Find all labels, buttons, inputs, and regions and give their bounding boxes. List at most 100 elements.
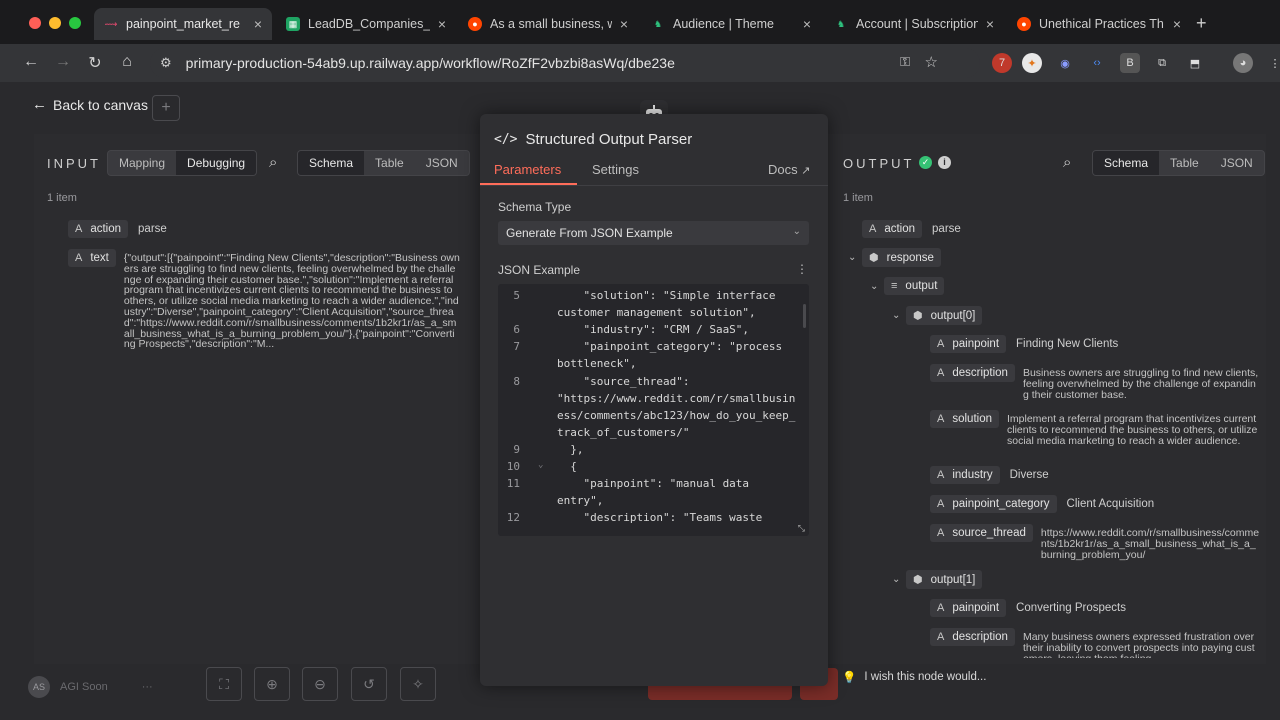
more-icon[interactable]: ···: [142, 681, 153, 693]
field-badge[interactable]: Asolution: [930, 410, 999, 428]
schema-tab[interactable]: Schema: [298, 151, 365, 175]
code-icon: </>: [494, 132, 518, 147]
field-badge[interactable]: A action: [68, 220, 129, 238]
undo-icon[interactable]: ↺: [351, 667, 387, 701]
fold-chevron-icon[interactable]: ⌄: [538, 460, 543, 470]
code-icon[interactable]: ‹›: [1087, 53, 1107, 73]
tab-settings[interactable]: Settings: [592, 162, 639, 177]
info-icon[interactable]: i: [938, 156, 951, 169]
debugging-button[interactable]: Debugging: [176, 151, 257, 175]
field-badge[interactable]: ⬢ output[0]: [906, 306, 983, 325]
star-icon[interactable]: ☆: [925, 53, 938, 71]
schema-type-select[interactable]: Generate From JSON Example ⌄: [498, 221, 809, 245]
table-tab[interactable]: Table: [1159, 151, 1210, 175]
field-action: A action parse: [68, 220, 167, 238]
json-tab[interactable]: JSON: [415, 151, 469, 175]
back-to-canvas-button[interactable]: ← Back to canvas: [32, 96, 148, 113]
code-text: customer management solution",: [557, 306, 756, 320]
field-badge[interactable]: Adescription: [930, 364, 1015, 382]
chevron-down-icon[interactable]: ⌄: [892, 310, 900, 321]
browser-tab-6[interactable]: ● Unethical Practices Th ×: [1007, 8, 1191, 40]
puzzle-icon[interactable]: ⬒: [1185, 53, 1205, 73]
feedback-link[interactable]: 💡 I wish this node would...: [842, 670, 986, 684]
field-badge[interactable]: Apainpoint: [930, 599, 1007, 617]
close-icon[interactable]: ×: [620, 16, 628, 32]
url-text: primary-production-54ab9.up.railway.app/…: [185, 55, 675, 71]
close-icon[interactable]: ×: [986, 16, 994, 32]
extension-icon[interactable]: 7: [992, 53, 1012, 73]
add-node-button[interactable]: +: [152, 95, 180, 121]
field-badge[interactable]: Apainpoint_category: [930, 495, 1057, 513]
success-check-icon: ✓: [919, 156, 932, 169]
mapping-button[interactable]: Mapping: [108, 151, 176, 175]
metamask-icon[interactable]: ✦: [1022, 53, 1042, 73]
copy-icon[interactable]: ⧉: [1152, 53, 1172, 73]
discord-icon[interactable]: ◉: [1055, 53, 1075, 73]
field-value: Diverse: [1009, 469, 1049, 481]
close-icon[interactable]: ×: [1173, 16, 1181, 32]
options-icon[interactable]: ⋮: [796, 262, 808, 276]
docs-link[interactable]: Docs ↗: [768, 162, 810, 177]
search-icon[interactable]: ⌕: [269, 154, 277, 171]
browser-tab-4[interactable]: ♞ Audience | Theme ×: [641, 8, 821, 40]
minimize-window-button[interactable]: [49, 17, 61, 29]
field-badge[interactable]: ≡ output: [884, 277, 945, 295]
table-tab[interactable]: Table: [364, 151, 415, 175]
field-badge[interactable]: A text: [68, 249, 116, 267]
field-badge[interactable]: Apainpoint: [930, 335, 1007, 353]
field-value: Converting Prospects: [1016, 602, 1126, 614]
browser-tab-5[interactable]: ♞ Account | Subscription ×: [824, 8, 1004, 40]
code-line: 6 "industry": "CRM / SaaS",: [498, 323, 809, 340]
field-badge[interactable]: ⬢ response: [862, 248, 941, 267]
field-badge[interactable]: ⬢ output[1]: [906, 570, 983, 589]
close-icon[interactable]: ×: [254, 16, 262, 32]
resize-handle-icon[interactable]: ⤡: [798, 524, 805, 534]
close-window-button[interactable]: [29, 17, 41, 29]
json-tab[interactable]: JSON: [1210, 151, 1264, 175]
browser-tab-3[interactable]: ● As a small business, w ×: [458, 8, 638, 40]
site-settings-icon[interactable]: ⚙: [160, 55, 172, 71]
field-name: painpoint: [952, 602, 1000, 614]
tab-parameters[interactable]: Parameters: [494, 162, 561, 177]
chevron-down-icon[interactable]: ⌄: [892, 574, 900, 585]
menu-icon[interactable]: ⋮: [1265, 53, 1280, 73]
field-name: description: [952, 367, 1008, 379]
maximize-window-button[interactable]: [69, 17, 81, 29]
back-to-canvas-label: Back to canvas: [53, 96, 148, 113]
schema-tab[interactable]: Schema: [1093, 151, 1160, 175]
field-badge[interactable]: Adescription: [930, 628, 1015, 646]
code-line: track_of_customers/": [498, 426, 809, 443]
active-tab-underline: [480, 183, 577, 185]
browser-tab-1[interactable]: ⟿ painpoint_market_re ×: [94, 8, 272, 40]
field-badge[interactable]: Aaction: [862, 220, 923, 238]
key-icon[interactable]: ⚿: [900, 54, 910, 70]
new-tab-button[interactable]: +: [1196, 13, 1207, 34]
bitwarden-icon[interactable]: B: [1120, 53, 1140, 73]
search-icon[interactable]: ⌕: [1063, 154, 1071, 171]
close-icon[interactable]: ×: [438, 16, 446, 32]
field-name: output: [905, 280, 938, 292]
back-arrow-icon[interactable]: ←: [21, 53, 41, 71]
code-line: 7 "painpoint_category": "process: [498, 340, 809, 357]
fit-view-icon[interactable]: ⛶: [206, 667, 242, 701]
chevron-down-icon[interactable]: ⌄: [870, 281, 878, 292]
json-example-editor[interactable]: 5 "solution": "Simple interface customer …: [498, 284, 809, 536]
field-badge[interactable]: Aindustry: [930, 466, 1000, 484]
home-icon[interactable]: ⌂: [117, 53, 137, 71]
reload-icon[interactable]: ↻: [85, 53, 105, 73]
field-badge[interactable]: Asource_thread: [930, 524, 1033, 542]
tidy-icon[interactable]: ✧: [400, 667, 436, 701]
address-bar[interactable]: ⚙ primary-production-54ab9.up.railway.ap…: [150, 48, 980, 78]
profile-avatar[interactable]: ◕: [1233, 53, 1253, 73]
input-view-toggle: Schema Table JSON: [297, 150, 470, 176]
user-badge[interactable]: AS AGI Soon ···: [28, 676, 153, 698]
scrollbar[interactable]: [803, 304, 806, 328]
close-icon[interactable]: ×: [803, 16, 811, 32]
zoom-out-icon[interactable]: ⊖: [302, 667, 338, 701]
sheets-icon: ▦: [286, 17, 300, 31]
forward-arrow-icon[interactable]: →: [53, 53, 73, 71]
browser-tab-2[interactable]: ▦ LeadDB_Companies_U ×: [276, 8, 456, 40]
field-painpoint: Apainpoint Converting Prospects: [930, 599, 1126, 617]
zoom-in-icon[interactable]: ⊕: [254, 667, 290, 701]
chevron-down-icon[interactable]: ⌄: [848, 252, 856, 263]
